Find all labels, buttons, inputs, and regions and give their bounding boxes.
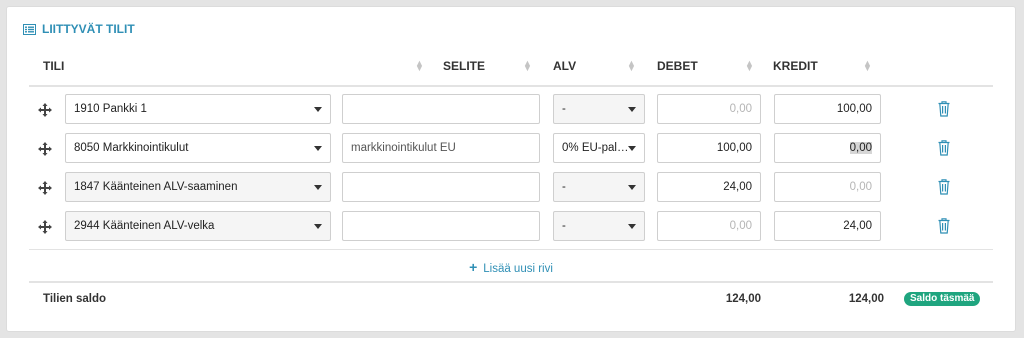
vat-select[interactable]: 0% EU-pal… [553, 133, 645, 163]
chevron-down-icon [628, 107, 636, 112]
account-select-value: 1847 Käänteinen ALV-saaminen [74, 181, 238, 193]
debit-input[interactable]: 0,00 [657, 211, 761, 241]
add-row-button[interactable]: + Lisää uusi rivi [7, 259, 1015, 275]
column-header-kredit[interactable]: KREDIT [773, 59, 818, 73]
chevron-down-icon [628, 224, 636, 229]
debit-input[interactable]: 0,00 [657, 94, 761, 124]
rows-divider [29, 249, 993, 250]
credit-input[interactable]: 100,00 [774, 94, 881, 124]
summary-label: Tilien saldo [43, 293, 107, 305]
chevron-down-icon [314, 146, 322, 151]
debit-total: 124,00 [725, 293, 761, 305]
trash-icon[interactable] [938, 218, 950, 234]
vat-select[interactable]: - [553, 172, 645, 202]
table-header: TILI ▲ ▼ SELITE ▲ ▼ ALV ▲ ▼ DEBET ▲ ▼ KREDIT… [7, 59, 1015, 85]
account-select[interactable]: 1847 Käänteinen ALV-saaminen [65, 172, 331, 202]
chevron-down-icon [314, 224, 322, 229]
status-badge: Saldo täsmää [904, 292, 981, 306]
table-row: 2944 Käänteinen ALV-velka - 0,00 24,00 [7, 211, 1015, 243]
debit-input[interactable]: 24,00 [657, 172, 761, 202]
vat-select[interactable]: - [553, 211, 645, 241]
account-select-value: 2944 Käänteinen ALV-velka [74, 220, 215, 232]
credit-total: 124,00 [848, 293, 884, 305]
add-row-label: Lisää uusi rivi [483, 263, 553, 275]
drag-handle-icon[interactable] [38, 142, 52, 156]
table-row: 1910 Pankki 1 - 0,00 100,00 [7, 94, 1015, 126]
sort-icon[interactable]: ▲ ▼ [745, 59, 754, 73]
vat-select-value: - [562, 103, 566, 115]
column-header-tili[interactable]: TILI [43, 59, 64, 73]
sort-icon[interactable]: ▲ ▼ [627, 59, 636, 73]
column-header-selite[interactable]: SELITE [443, 59, 485, 73]
chevron-down-icon [628, 146, 636, 151]
credit-input-value: 0,00 [849, 142, 872, 154]
credit-input[interactable]: 0,00 [774, 172, 881, 202]
drag-handle-icon[interactable] [38, 181, 52, 195]
description-input[interactable] [342, 211, 540, 241]
account-select[interactable]: 1910 Pankki 1 [65, 94, 331, 124]
account-select-value: 8050 Markkinointikulut [74, 142, 189, 154]
vat-select-value: - [562, 181, 566, 193]
sort-icon[interactable]: ▲ ▼ [863, 59, 872, 73]
trash-icon[interactable] [938, 179, 950, 195]
chevron-down-icon [628, 185, 636, 190]
debit-input[interactable]: 100,00 [657, 133, 761, 163]
drag-handle-icon[interactable] [38, 103, 52, 117]
account-select-value: 1910 Pankki 1 [74, 103, 147, 115]
trash-icon[interactable] [938, 101, 950, 117]
credit-input[interactable]: 24,00 [774, 211, 881, 241]
list-icon [23, 23, 36, 35]
description-input[interactable]: markkinointikulut EU [342, 133, 540, 163]
account-select[interactable]: 2944 Käänteinen ALV-velka [65, 211, 331, 241]
column-header-alv[interactable]: ALV [553, 59, 576, 73]
table-row: 1847 Käänteinen ALV-saaminen - 24,00 0,0… [7, 172, 1015, 204]
vat-select-value: - [562, 220, 566, 232]
header-divider [29, 85, 993, 87]
plus-icon: + [469, 259, 478, 275]
chevron-down-icon [314, 107, 322, 112]
trash-icon[interactable] [938, 140, 950, 156]
drag-handle-icon[interactable] [38, 220, 52, 234]
related-accounts-panel: LIITTYVÄT TILIT TILI ▲ ▼ SELITE ▲ ▼ ALV ▲ ▼… [6, 6, 1016, 332]
vat-select-value: 0% EU-pal… [562, 142, 629, 154]
vat-select[interactable]: - [553, 94, 645, 124]
column-header-debet[interactable]: DEBET [657, 59, 698, 73]
summary-divider [29, 281, 993, 283]
chevron-down-icon [314, 185, 322, 190]
sort-icon[interactable]: ▲ ▼ [523, 59, 532, 73]
section-title-text: LIITTYVÄT TILIT [42, 22, 135, 36]
sort-icon[interactable]: ▲ ▼ [415, 59, 424, 73]
credit-input[interactable]: 0,00 [774, 133, 881, 163]
account-select[interactable]: 8050 Markkinointikulut [65, 133, 331, 163]
description-input[interactable] [342, 172, 540, 202]
section-title: LIITTYVÄT TILIT [23, 21, 135, 37]
description-input[interactable] [342, 94, 540, 124]
table-row: 8050 Markkinointikulut markkinointikulut… [7, 133, 1015, 165]
